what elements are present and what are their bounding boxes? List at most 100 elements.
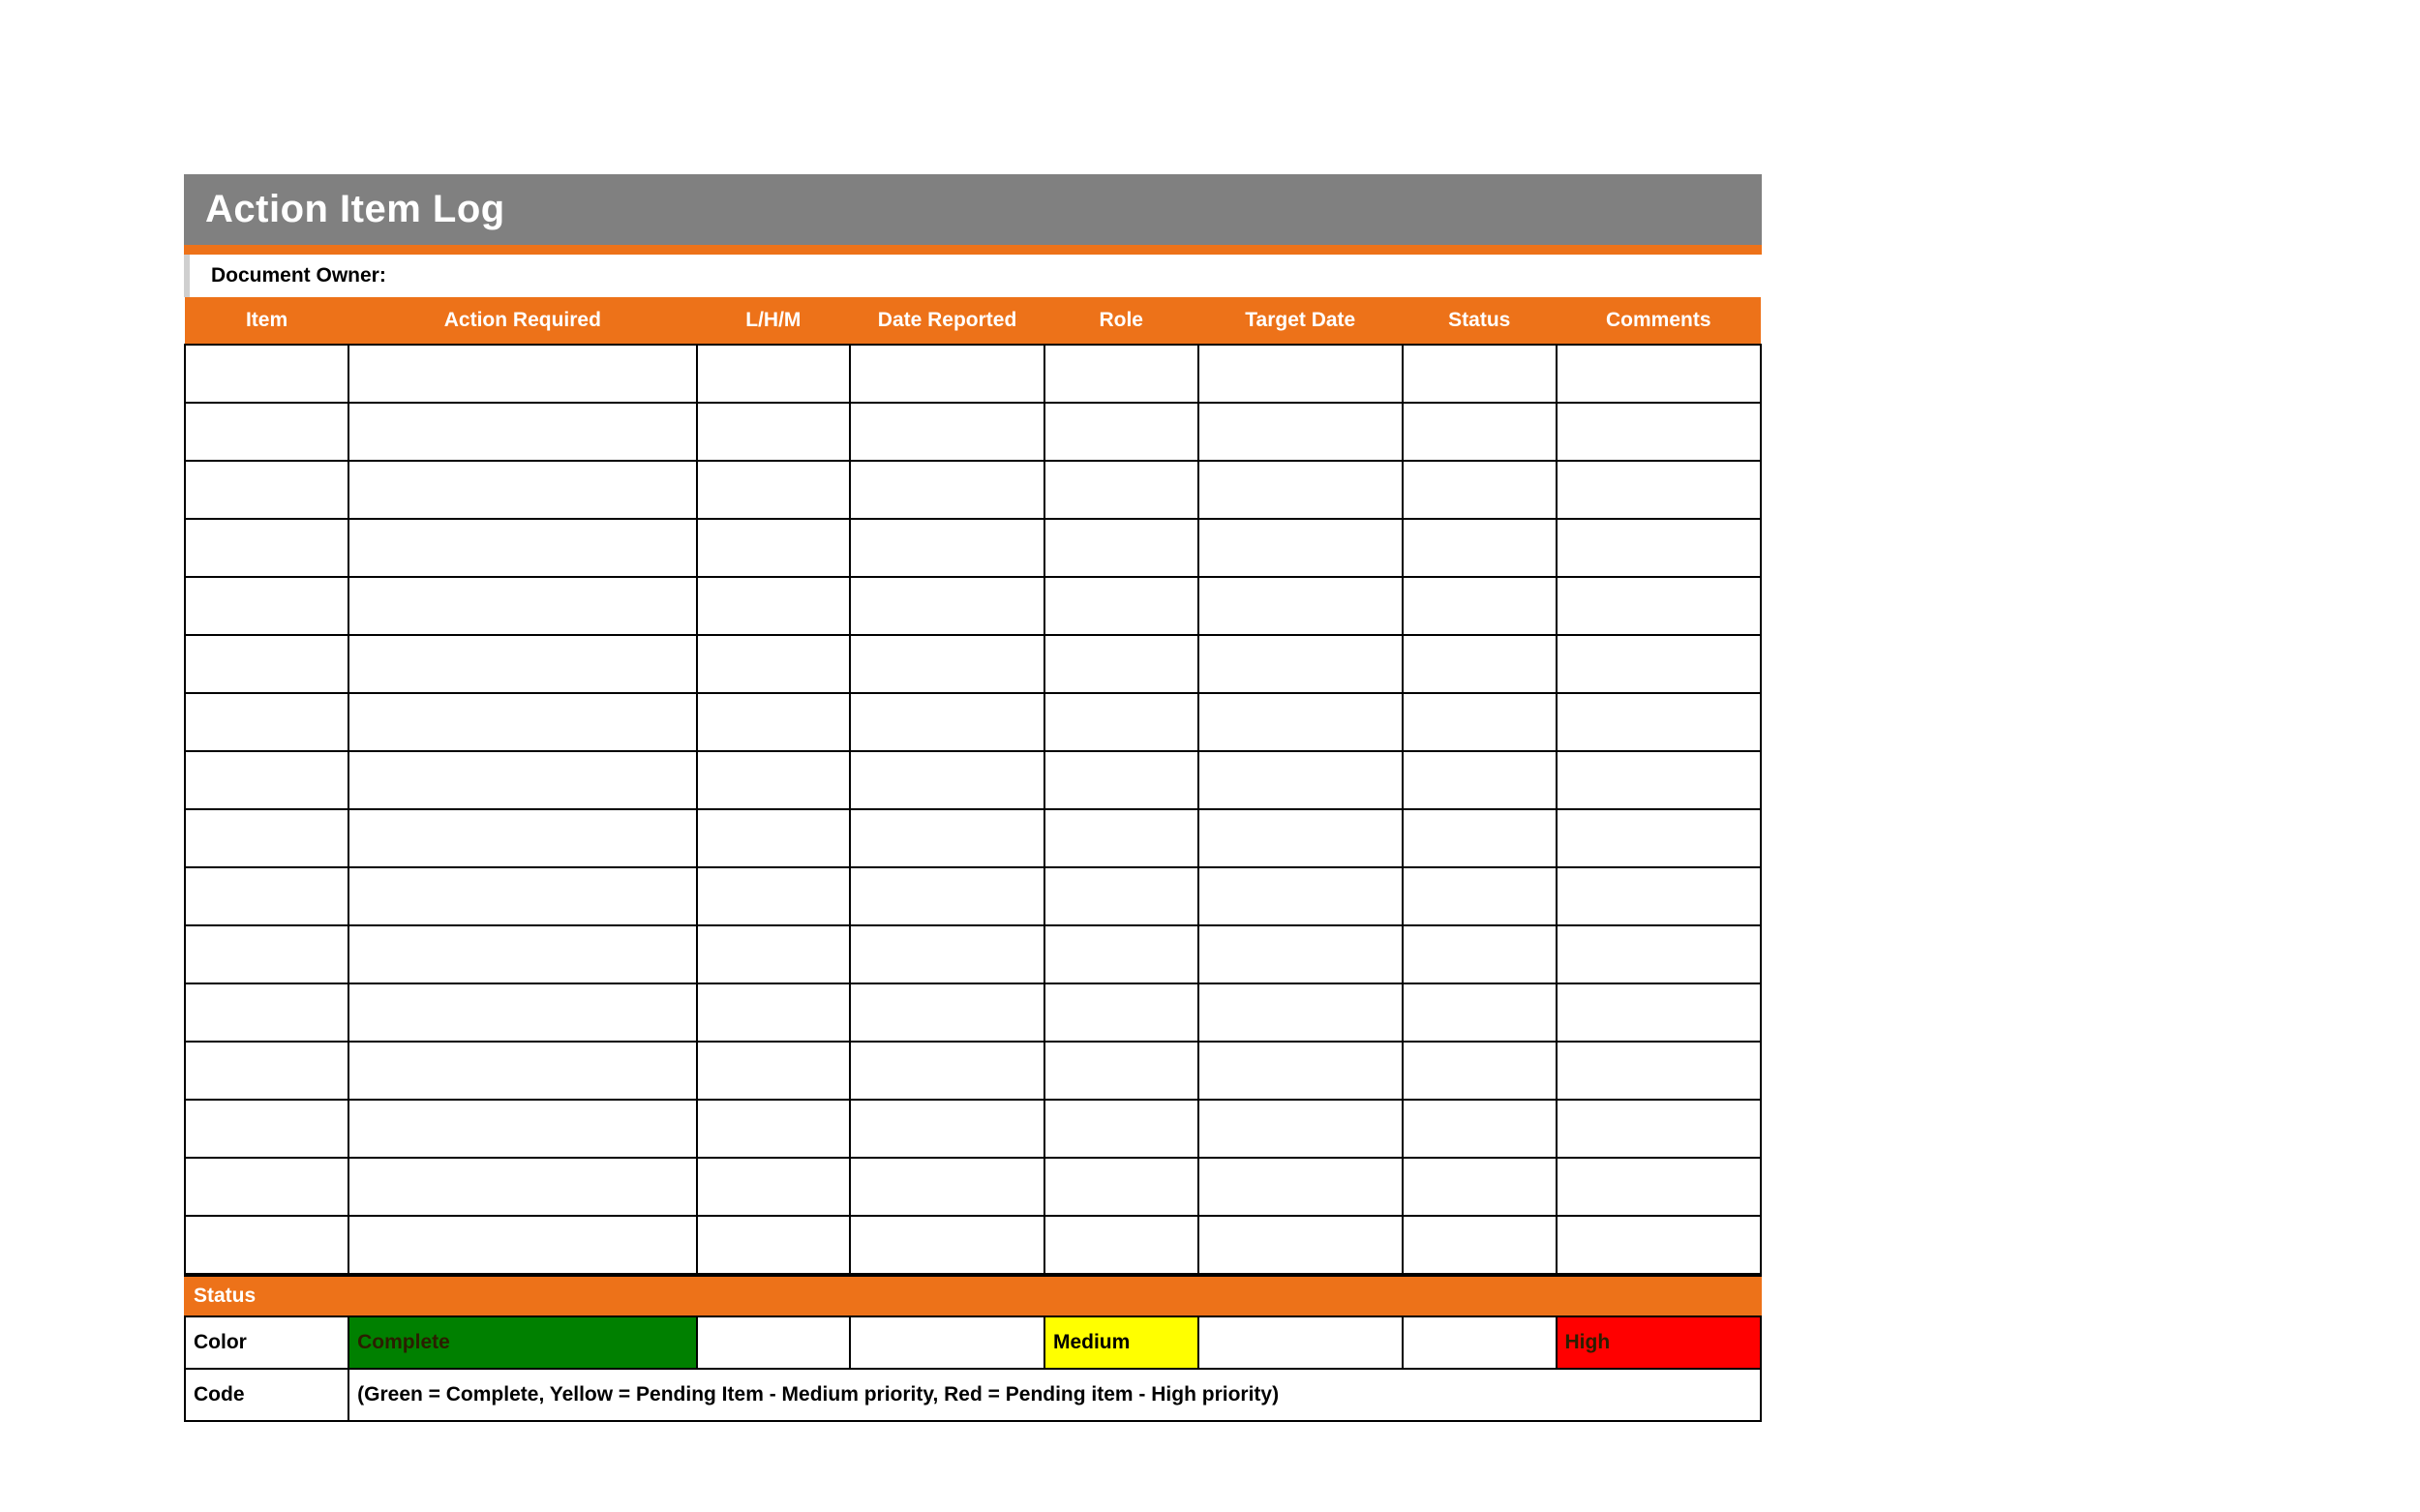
table-cell-comments[interactable] xyxy=(1557,1158,1761,1216)
table-cell-comments[interactable] xyxy=(1557,1042,1761,1100)
table-cell-action[interactable] xyxy=(348,925,696,983)
table-cell-role[interactable] xyxy=(1044,403,1198,461)
table-cell-action[interactable] xyxy=(348,519,696,577)
table-cell-lhm[interactable] xyxy=(697,751,851,809)
table-cell-target_date[interactable] xyxy=(1198,751,1403,809)
table-cell-item[interactable] xyxy=(185,1100,348,1158)
table-cell-lhm[interactable] xyxy=(697,635,851,693)
table-cell-status[interactable] xyxy=(1403,403,1557,461)
table-cell-status[interactable] xyxy=(1403,983,1557,1042)
table-cell-item[interactable] xyxy=(185,1042,348,1100)
table-cell-date_reported[interactable] xyxy=(850,983,1044,1042)
table-cell-action[interactable] xyxy=(348,461,696,519)
table-cell-item[interactable] xyxy=(185,635,348,693)
table-cell-status[interactable] xyxy=(1403,751,1557,809)
table-cell-role[interactable] xyxy=(1044,1100,1198,1158)
table-cell-comments[interactable] xyxy=(1557,519,1761,577)
table-cell-date_reported[interactable] xyxy=(850,1100,1044,1158)
table-cell-role[interactable] xyxy=(1044,635,1198,693)
table-cell-item[interactable] xyxy=(185,461,348,519)
table-cell-comments[interactable] xyxy=(1557,1100,1761,1158)
table-cell-comments[interactable] xyxy=(1557,345,1761,403)
table-cell-date_reported[interactable] xyxy=(850,751,1044,809)
table-cell-date_reported[interactable] xyxy=(850,809,1044,867)
table-cell-lhm[interactable] xyxy=(697,693,851,751)
table-cell-status[interactable] xyxy=(1403,461,1557,519)
table-cell-lhm[interactable] xyxy=(697,925,851,983)
table-cell-comments[interactable] xyxy=(1557,461,1761,519)
table-cell-date_reported[interactable] xyxy=(850,1216,1044,1274)
table-cell-item[interactable] xyxy=(185,403,348,461)
table-cell-date_reported[interactable] xyxy=(850,345,1044,403)
table-cell-action[interactable] xyxy=(348,809,696,867)
table-cell-status[interactable] xyxy=(1403,1216,1557,1274)
table-cell-comments[interactable] xyxy=(1557,983,1761,1042)
table-cell-action[interactable] xyxy=(348,1158,696,1216)
table-cell-target_date[interactable] xyxy=(1198,1100,1403,1158)
table-cell-status[interactable] xyxy=(1403,519,1557,577)
table-cell-action[interactable] xyxy=(348,577,696,635)
table-cell-lhm[interactable] xyxy=(697,983,851,1042)
table-cell-item[interactable] xyxy=(185,925,348,983)
table-cell-date_reported[interactable] xyxy=(850,461,1044,519)
table-cell-role[interactable] xyxy=(1044,809,1198,867)
table-cell-target_date[interactable] xyxy=(1198,983,1403,1042)
table-cell-lhm[interactable] xyxy=(697,403,851,461)
table-cell-item[interactable] xyxy=(185,1216,348,1274)
table-cell-lhm[interactable] xyxy=(697,519,851,577)
table-cell-status[interactable] xyxy=(1403,635,1557,693)
table-cell-target_date[interactable] xyxy=(1198,1216,1403,1274)
table-cell-role[interactable] xyxy=(1044,1216,1198,1274)
table-cell-role[interactable] xyxy=(1044,693,1198,751)
table-cell-target_date[interactable] xyxy=(1198,345,1403,403)
table-cell-status[interactable] xyxy=(1403,809,1557,867)
table-cell-target_date[interactable] xyxy=(1198,925,1403,983)
table-cell-comments[interactable] xyxy=(1557,1216,1761,1274)
table-cell-item[interactable] xyxy=(185,519,348,577)
table-cell-target_date[interactable] xyxy=(1198,1158,1403,1216)
table-cell-action[interactable] xyxy=(348,345,696,403)
table-cell-date_reported[interactable] xyxy=(850,1158,1044,1216)
table-cell-action[interactable] xyxy=(348,1100,696,1158)
table-cell-lhm[interactable] xyxy=(697,1042,851,1100)
table-cell-item[interactable] xyxy=(185,809,348,867)
table-cell-target_date[interactable] xyxy=(1198,577,1403,635)
table-cell-role[interactable] xyxy=(1044,577,1198,635)
table-cell-action[interactable] xyxy=(348,983,696,1042)
table-cell-status[interactable] xyxy=(1403,1100,1557,1158)
table-cell-action[interactable] xyxy=(348,1042,696,1100)
table-cell-comments[interactable] xyxy=(1557,693,1761,751)
table-cell-comments[interactable] xyxy=(1557,867,1761,925)
table-cell-comments[interactable] xyxy=(1557,577,1761,635)
table-cell-status[interactable] xyxy=(1403,577,1557,635)
table-cell-date_reported[interactable] xyxy=(850,635,1044,693)
table-cell-comments[interactable] xyxy=(1557,635,1761,693)
table-cell-date_reported[interactable] xyxy=(850,925,1044,983)
table-cell-target_date[interactable] xyxy=(1198,635,1403,693)
table-cell-action[interactable] xyxy=(348,635,696,693)
table-cell-status[interactable] xyxy=(1403,1042,1557,1100)
table-cell-action[interactable] xyxy=(348,751,696,809)
table-cell-status[interactable] xyxy=(1403,345,1557,403)
table-cell-target_date[interactable] xyxy=(1198,403,1403,461)
table-cell-target_date[interactable] xyxy=(1198,461,1403,519)
table-cell-lhm[interactable] xyxy=(697,867,851,925)
table-cell-item[interactable] xyxy=(185,1158,348,1216)
table-cell-role[interactable] xyxy=(1044,1158,1198,1216)
table-cell-item[interactable] xyxy=(185,983,348,1042)
table-cell-comments[interactable] xyxy=(1557,403,1761,461)
table-cell-action[interactable] xyxy=(348,693,696,751)
table-cell-item[interactable] xyxy=(185,867,348,925)
table-cell-target_date[interactable] xyxy=(1198,867,1403,925)
table-cell-lhm[interactable] xyxy=(697,1216,851,1274)
table-cell-lhm[interactable] xyxy=(697,809,851,867)
table-cell-target_date[interactable] xyxy=(1198,809,1403,867)
table-cell-role[interactable] xyxy=(1044,983,1198,1042)
table-cell-target_date[interactable] xyxy=(1198,519,1403,577)
table-cell-comments[interactable] xyxy=(1557,809,1761,867)
table-cell-date_reported[interactable] xyxy=(850,577,1044,635)
table-cell-lhm[interactable] xyxy=(697,577,851,635)
table-cell-status[interactable] xyxy=(1403,925,1557,983)
table-cell-role[interactable] xyxy=(1044,867,1198,925)
table-cell-lhm[interactable] xyxy=(697,1100,851,1158)
